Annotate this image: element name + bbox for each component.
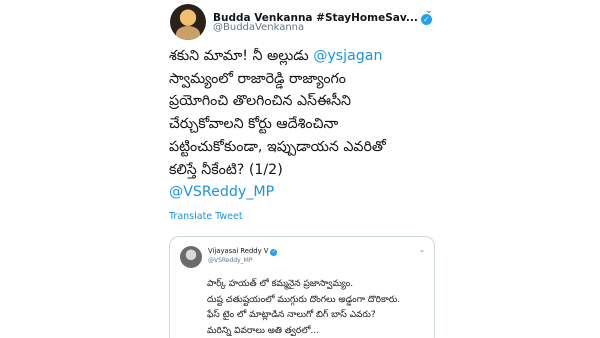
tweet-line: స్వామ్యంలో రాజారెడ్డి రాజ్యాంగం [169, 70, 346, 87]
tweet-card: Budda Venkanna #StayHomeSav... ✓ @BuddaVe… [163, 0, 436, 338]
quoted-text: పార్క్ హయత్ లో కమ్మనైన ప్రజాస్వామ్యం. దు… [207, 277, 434, 338]
tweet-line: కలిస్తే నీకేంటి? (1/2) [169, 161, 283, 178]
tweet-text: శకుని మామా! నీ అల్లుడు @ysjagan స్వామ్యం… [169, 45, 434, 204]
quoted-line: పార్క్ హయత్ లో కమ్మనైన ప్రజాస్వామ్యం. [207, 279, 354, 289]
quoted-handle: @VSReddy_MP [208, 257, 253, 264]
verified-icon: ✓ [270, 249, 278, 256]
mention-link[interactable]: @VSReddy_MP [169, 184, 274, 200]
tweet-line: పట్టించుకోకుండా, ఇప్పుడాయన ఎవరితో [169, 138, 386, 155]
chevron-down-icon[interactable]: ⌄ [419, 246, 425, 254]
author-handle[interactable]: @BuddaVenkanna [213, 22, 304, 33]
tweet-line: ప్రయోగించి తొలగించిన ఎస్ఈసీని [169, 93, 352, 110]
quoted-display-name: Vijayasai Reddy V [208, 247, 269, 255]
tweet-line: శకుని మామా! నీ అల్లుడు @ysjagan [169, 48, 383, 64]
quoted-tweet[interactable]: Vijayasai Reddy V ✓ @VSReddy_MP ⌄ పార్క్ … [169, 236, 435, 338]
quoted-author-row: Vijayasai Reddy V ✓ [208, 247, 278, 256]
avatar[interactable] [170, 4, 206, 40]
chevron-down-icon[interactable]: ⌄ [422, 4, 436, 18]
translate-tweet-link[interactable]: Translate Tweet [169, 211, 243, 222]
quoted-avatar [180, 246, 202, 268]
quoted-line: మరిన్ని వివరాలు అతి త్వరలో... [207, 325, 320, 336]
mention-link[interactable]: @ysjagan [313, 48, 382, 64]
quoted-line: దుష్ట చతుష్టయంలో ముగ్గురు దొంగలు అడ్డంగా… [207, 294, 401, 305]
tweet-line: చేర్చుకోవాలని కోర్టు ఆదేశించినా [169, 116, 339, 133]
tweet-line: @VSReddy_MP [169, 181, 434, 204]
quoted-line: ఫేస్ టైం లో మాట్లాడిన నాలుగో బిగ్ బాస్ ఎ… [207, 310, 376, 320]
